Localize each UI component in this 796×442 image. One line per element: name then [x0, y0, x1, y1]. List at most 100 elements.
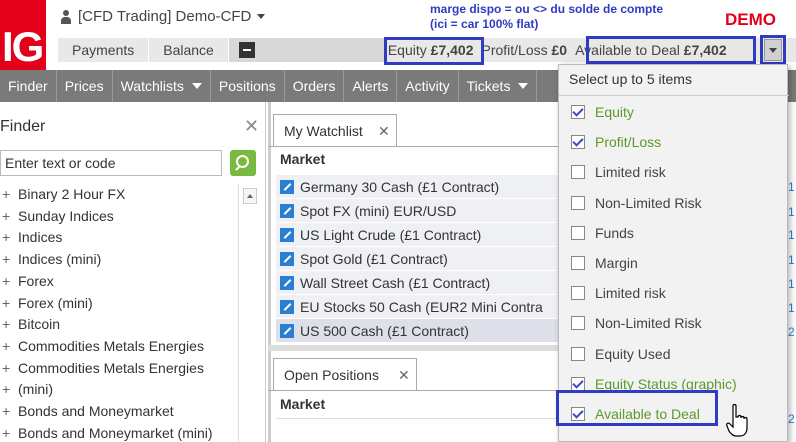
dropdown-title: Select up to 5 items: [569, 71, 692, 87]
watchlist-row-selected[interactable]: US 500 Cash (£1 Contract): [276, 319, 566, 343]
checkbox-icon[interactable]: [571, 225, 585, 240]
nav-label: Activity: [405, 78, 450, 94]
collapse-icon[interactable]: [238, 42, 255, 58]
dropdown-option-label: Limited risk: [595, 285, 666, 302]
watchlist-row[interactable]: Spot FX (mini) EUR/USD: [276, 199, 566, 223]
nav-activity[interactable]: Activity: [397, 70, 459, 102]
divider: [268, 390, 568, 391]
finder-search-input[interactable]: [0, 150, 222, 176]
search-icon[interactable]: [230, 150, 256, 176]
dropdown-option[interactable]: Non-Limited Risk: [559, 308, 789, 338]
dropdown-option-label: Margin: [595, 255, 638, 272]
watchlist-row[interactable]: Spot Gold (£1 Contract): [276, 247, 566, 271]
annotation-line-1: marge dispo = ou <> du solde de compte: [430, 2, 664, 16]
finder-title: Finder: [0, 118, 46, 135]
price-fragment: 1: [788, 180, 795, 194]
finder-item[interactable]: Bonds and Moneymarket: [0, 401, 236, 423]
chevron-down-icon: [518, 83, 529, 89]
close-icon[interactable]: ✕: [378, 115, 390, 147]
panel-divider[interactable]: [268, 102, 271, 442]
finder-item[interactable]: Forex: [0, 271, 236, 293]
edit-icon[interactable]: [280, 324, 294, 338]
nav-positions[interactable]: Positions: [211, 70, 285, 102]
dropdown-option[interactable]: Funds: [559, 218, 789, 248]
finder-item[interactable]: Bitcoin: [0, 314, 236, 336]
price-fragment: 1: [788, 301, 795, 315]
market-column-header: Market: [280, 396, 326, 412]
nav-label: Tickets: [466, 78, 511, 94]
tab-label: Open Positions: [284, 367, 379, 383]
nav-label: Watchlists: [120, 78, 184, 94]
profit-loss-label: Profit/Loss: [481, 42, 548, 58]
nav-finder[interactable]: Finder: [0, 70, 57, 102]
checkbox-icon[interactable]: [571, 195, 585, 210]
edit-icon[interactable]: [280, 204, 294, 218]
edit-icon[interactable]: [280, 276, 294, 290]
close-icon[interactable]: ✕: [244, 116, 259, 137]
payments-tab[interactable]: Payments: [58, 38, 150, 62]
nav-watchlists[interactable]: Watchlists: [113, 70, 211, 102]
finder-item[interactable]: Forex (mini): [0, 293, 236, 315]
watchlist-row[interactable]: US Light Crude (£1 Contract): [276, 223, 566, 247]
nav-prices[interactable]: Prices: [57, 70, 113, 102]
checkbox-checked-icon[interactable]: [571, 105, 585, 120]
nav-label: Alerts: [352, 78, 389, 94]
watchlist-row[interactable]: Germany 30 Cash (£1 Contract): [276, 175, 566, 199]
market-name: Wall Street Cash (£1 Contract): [300, 275, 491, 291]
panel-splitter[interactable]: [268, 345, 568, 351]
chevron-down-icon: [257, 14, 266, 19]
finder-item[interactable]: Indices: [0, 227, 236, 249]
checkbox-checked-icon[interactable]: [571, 376, 585, 391]
dropdown-option[interactable]: Profit/Loss: [559, 127, 789, 157]
watchlist-row[interactable]: Wall Street Cash (£1 Contract): [276, 271, 566, 295]
finder-item[interactable]: Indices (mini): [0, 249, 236, 271]
tab-my-watchlist[interactable]: My Watchlist ✕: [273, 114, 397, 146]
divider: [559, 95, 789, 96]
edit-icon[interactable]: [280, 252, 294, 266]
nav-orders[interactable]: Orders: [285, 70, 345, 102]
nav-alerts[interactable]: Alerts: [344, 70, 398, 102]
finder-item-continuation: (mini): [18, 381, 53, 398]
checkbox-icon[interactable]: [571, 346, 585, 361]
dropdown-option-label: Non-Limited Risk: [595, 194, 702, 211]
demo-label: DEMO: [725, 10, 776, 29]
checkbox-icon[interactable]: [571, 316, 585, 331]
chevron-down-icon: [769, 48, 777, 53]
equity-highlight-box: [384, 37, 484, 65]
dropdown-option[interactable]: Margin: [559, 248, 789, 278]
dropdown-option[interactable]: Limited risk: [559, 157, 789, 187]
dropdown-toggle-button[interactable]: [764, 39, 782, 61]
dropdown-option[interactable]: Non-Limited Risk: [559, 188, 789, 218]
finder-item[interactable]: Commodities Metals Energies: [0, 358, 236, 380]
balance-tab[interactable]: Balance: [149, 38, 229, 62]
finder-scrollbar[interactable]: [238, 184, 260, 442]
finder-item[interactable]: Binary 2 Hour FX: [0, 184, 236, 206]
tab-open-positions[interactable]: Open Positions ✕: [273, 358, 417, 390]
dropdown-option[interactable]: Equity: [559, 97, 789, 127]
price-fragment: 1: [788, 228, 795, 242]
nav-tickets[interactable]: Tickets: [459, 70, 538, 102]
checkbox-icon[interactable]: [571, 286, 585, 301]
checkbox-checked-icon[interactable]: [571, 135, 585, 150]
finder-item[interactable]: Commodities Metals Energies: [0, 336, 236, 358]
market-name: US Light Crude (£1 Contract): [300, 227, 482, 243]
watchlist-row[interactable]: EU Stocks 50 Cash (EUR2 Mini Contra: [276, 295, 566, 319]
account-selector[interactable]: [CFD Trading] Demo-CFD: [60, 8, 266, 25]
dropdown-option-label: Equity Used: [595, 345, 671, 362]
dropdown-option-label: Non-Limited Risk: [595, 315, 702, 332]
edit-icon[interactable]: [280, 300, 294, 314]
summary-items-dropdown: Select up to 5 items Equity Profit/Loss Li…: [558, 64, 789, 442]
finder-item[interactable]: Sunday Indices: [0, 206, 236, 228]
finder-item[interactable]: Bonds and Moneymarket (mini): [0, 423, 236, 442]
market-name: EU Stocks 50 Cash (EUR2 Mini Contra: [300, 299, 543, 315]
dropdown-option[interactable]: Equity Used: [559, 339, 789, 369]
edit-icon[interactable]: [280, 180, 294, 194]
checkbox-icon[interactable]: [571, 165, 585, 180]
edit-icon[interactable]: [280, 228, 294, 242]
checkbox-icon[interactable]: [571, 256, 585, 271]
hand-cursor-icon: [726, 404, 748, 437]
dropdown-option[interactable]: Limited risk: [559, 278, 789, 308]
close-icon[interactable]: ✕: [398, 359, 410, 391]
account-label: [CFD Trading] Demo-CFD: [78, 8, 252, 25]
scroll-up-icon[interactable]: [243, 188, 257, 204]
